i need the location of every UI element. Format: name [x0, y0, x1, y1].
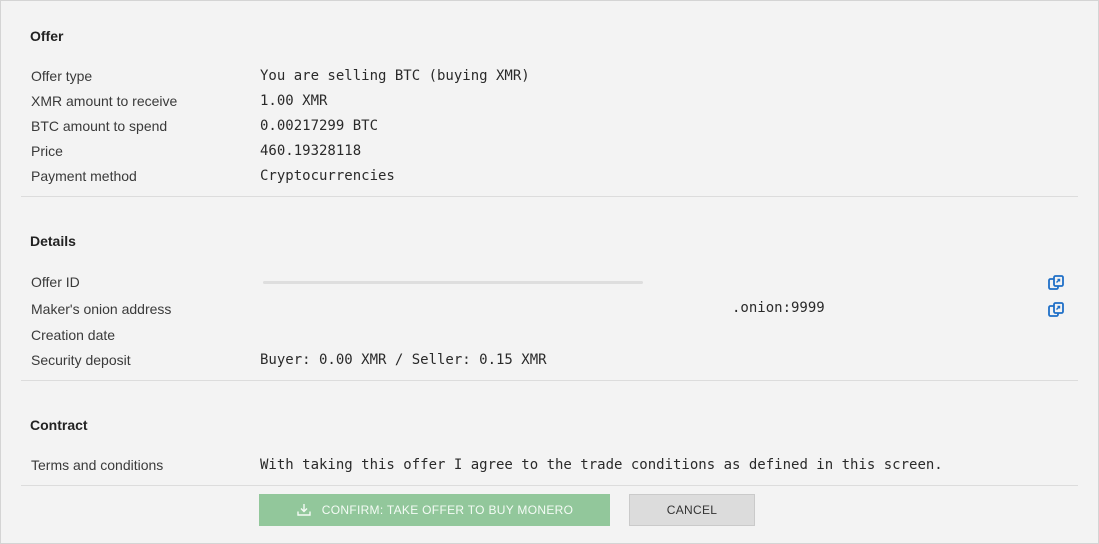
- xmr-amount-value: 1.00 XMR: [260, 93, 328, 109]
- security-deposit-label: Security deposit: [31, 352, 131, 368]
- confirm-button-label: CONFIRM: TAKE OFFER TO BUY MONERO: [321, 503, 574, 517]
- onion-address-label: Maker's onion address: [31, 301, 172, 317]
- copy-offer-id-icon[interactable]: [1047, 274, 1065, 292]
- section-divider: [21, 380, 1078, 381]
- payment-method-value: Cryptocurrencies: [260, 168, 395, 184]
- take-offer-dialog: Offer Offer type You are selling BTC (bu…: [0, 0, 1099, 544]
- price-value: 460.19328118: [260, 143, 362, 159]
- payment-method-label: Payment method: [31, 168, 137, 184]
- details-section-title: Details: [30, 233, 76, 249]
- btc-amount-value: 0.00217299 BTC: [260, 118, 379, 134]
- terms-value: With taking this offer I agree to the tr…: [260, 457, 943, 473]
- download-icon: [296, 502, 312, 518]
- onion-address-value: .onion:9999: [732, 300, 825, 316]
- offer-section-title: Offer: [30, 28, 64, 44]
- security-deposit-value: Buyer: 0.00 XMR / Seller: 0.15 XMR: [260, 352, 547, 368]
- section-divider: [21, 196, 1078, 197]
- confirm-take-offer-button[interactable]: CONFIRM: TAKE OFFER TO BUY MONERO: [259, 494, 610, 526]
- price-label: Price: [31, 143, 63, 159]
- offer-type-value: You are selling BTC (buying XMR): [260, 68, 530, 84]
- cancel-button-label: CANCEL: [666, 503, 718, 517]
- copy-onion-address-icon[interactable]: [1047, 301, 1065, 319]
- cancel-button[interactable]: CANCEL: [629, 494, 755, 526]
- creation-date-label: Creation date: [31, 327, 116, 343]
- contract-section-title: Contract: [30, 417, 88, 433]
- section-divider: [21, 485, 1078, 486]
- offer-id-label: Offer ID: [31, 274, 80, 290]
- offer-type-label: Offer type: [31, 68, 93, 84]
- xmr-amount-label: XMR amount to receive: [31, 93, 178, 109]
- btc-amount-label: BTC amount to spend: [31, 118, 168, 134]
- terms-label: Terms and conditions: [31, 457, 164, 473]
